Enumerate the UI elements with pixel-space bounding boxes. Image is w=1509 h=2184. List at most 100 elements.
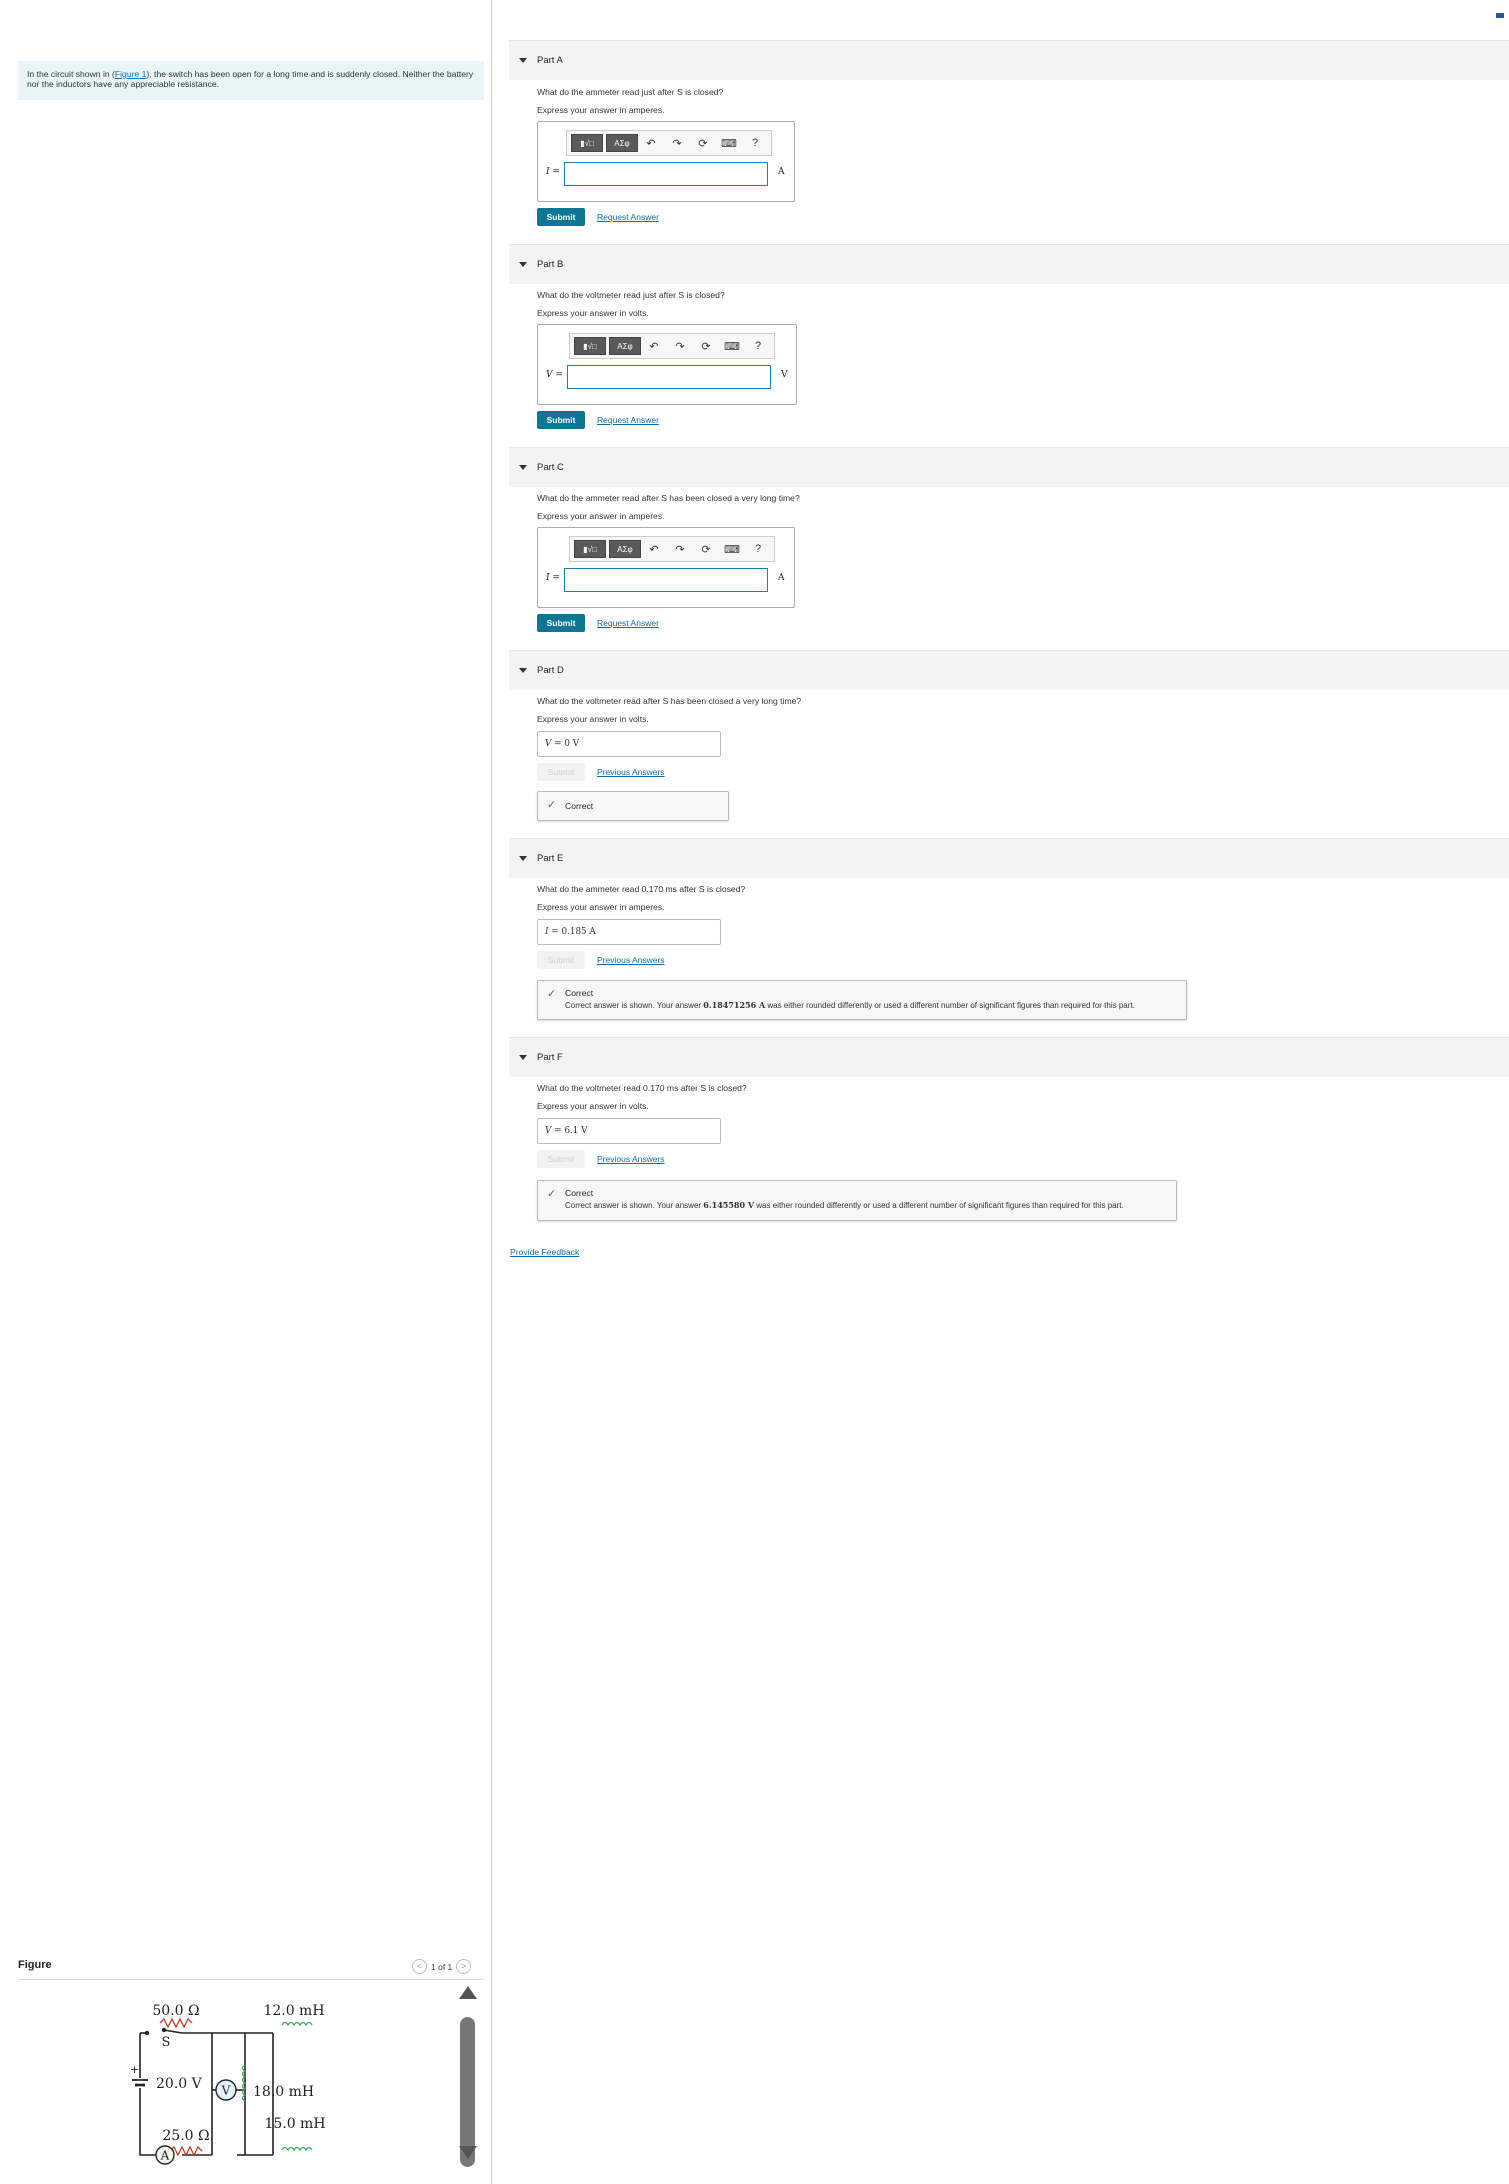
figure-link[interactable]: Figure 1 <box>115 69 147 79</box>
greek-symbols-button[interactable]: ΑΣφ <box>609 337 641 355</box>
r1-label: 50.0 Ω <box>152 2003 199 2019</box>
checkmark-icon: ✓ <box>547 1188 557 1200</box>
part-f-feedback-after: was either rounded differently or used a… <box>754 1201 1124 1210</box>
part-e-header[interactable]: Part E <box>509 838 1509 878</box>
resistor-50-icon <box>159 2017 193 2029</box>
part-d-instruction: Express your answer in volts. <box>537 714 649 724</box>
part-d-body: What do the voltmeter read after S has b… <box>537 693 1477 821</box>
templates-button[interactable]: ▮√□ <box>571 134 603 152</box>
templates-button[interactable]: ▮√□ <box>574 337 606 355</box>
part-d-actions: Submit Previous Answers <box>537 763 665 781</box>
part-c-header[interactable]: Part C <box>509 447 1509 487</box>
redo-icon[interactable]: ↷ <box>667 540 693 558</box>
collapse-caret-icon <box>519 58 527 63</box>
part-a-unit: A <box>778 167 785 177</box>
part-a-submit-button[interactable]: Submit <box>537 208 585 226</box>
part-e-body: What do the ammeter read 0.170 ms after … <box>537 881 1477 1020</box>
voltmeter-label: V <box>221 2084 231 2098</box>
part-e-actions: Submit Previous Answers <box>537 951 665 969</box>
part-b-title: Part B <box>537 259 564 270</box>
part-c-submit-button[interactable]: Submit <box>537 614 585 632</box>
checkmark-icon: ✓ <box>547 988 557 1000</box>
part-a-title: Part A <box>537 55 563 66</box>
part-f-question: What do the voltmeter read 0.170 ms afte… <box>537 1083 747 1093</box>
part-c-answer-box: ▮√□ ΑΣφ ↶ ↷ ⟳ ⌨ ? I = A <box>537 527 795 608</box>
keyboard-icon[interactable]: ⌨ <box>716 134 742 152</box>
l1-label: 12.0 mH <box>263 2003 324 2019</box>
provide-feedback-link[interactable]: Provide Feedback <box>510 1247 579 1257</box>
collapse-caret-icon <box>519 1055 527 1060</box>
reset-icon[interactable]: ⟳ <box>693 337 719 355</box>
part-e-feedback-after: was either rounded differently or used a… <box>765 1001 1135 1010</box>
help-icon[interactable]: ? <box>745 337 771 355</box>
reset-icon[interactable]: ⟳ <box>693 540 719 558</box>
part-b-body: What do the voltmeter read just after S … <box>537 287 1477 429</box>
greek-symbols-button[interactable]: ΑΣφ <box>606 134 638 152</box>
inductor-15mh-icon <box>281 2146 313 2152</box>
part-d-feedback-title: Correct <box>565 801 594 811</box>
undo-icon[interactable]: ↶ <box>638 134 664 152</box>
menu-icon[interactable] <box>1496 13 1504 18</box>
part-a-request-answer-link[interactable]: Request Answer <box>597 212 659 222</box>
figure-divider <box>18 1979 484 1980</box>
greek-symbols-button[interactable]: ΑΣφ <box>609 540 641 558</box>
switch-label: S <box>162 2035 171 2050</box>
part-c-answer-input[interactable] <box>564 568 768 592</box>
battery-plus-label: + <box>130 2063 139 2076</box>
collapse-caret-icon <box>519 668 527 673</box>
part-c-request-answer-link[interactable]: Request Answer <box>597 618 659 628</box>
part-f-previous-answers-link[interactable]: Previous Answers <box>597 1154 665 1164</box>
collapse-caret-icon <box>519 856 527 861</box>
part-b-variable: V = <box>546 370 563 380</box>
scroll-up-icon[interactable] <box>459 1986 477 1999</box>
redo-icon[interactable]: ↷ <box>664 134 690 152</box>
part-a-answer-input[interactable] <box>564 162 768 186</box>
part-e-feedback-text: Correct answer is shown. Your answer 0.1… <box>565 1000 1135 1010</box>
intro-text-before: In the circuit shown in ( <box>27 69 115 79</box>
prev-figure-button[interactable]: < <box>412 1959 427 1974</box>
help-icon[interactable]: ? <box>745 540 771 558</box>
part-d-question: What do the voltmeter read after S has b… <box>537 696 802 706</box>
part-b-request-answer-link[interactable]: Request Answer <box>597 415 659 425</box>
redo-icon[interactable]: ↷ <box>667 337 693 355</box>
part-b-question: What do the voltmeter read just after S … <box>537 290 725 300</box>
figure-pager: < 1 of 1 > <box>412 1959 472 1974</box>
templates-button[interactable]: ▮√□ <box>574 540 606 558</box>
keyboard-icon[interactable]: ⌨ <box>719 337 745 355</box>
part-b-answer-box: ▮√□ ΑΣφ ↶ ↷ ⟳ ⌨ ? V = V <box>537 324 797 405</box>
part-f-header[interactable]: Part F <box>509 1037 1509 1077</box>
resistor-25-icon <box>169 2145 203 2157</box>
answers-pane: Part A What do the ammeter read just aft… <box>493 0 1509 2184</box>
part-d-previous-answers-link[interactable]: Previous Answers <box>597 767 665 777</box>
math-toolbar: ▮√□ ΑΣφ ↶ ↷ ⟳ ⌨ ? <box>569 536 775 562</box>
part-c-unit: A <box>778 573 785 583</box>
next-figure-button[interactable]: > <box>456 1959 472 1974</box>
keyboard-icon[interactable]: ⌨ <box>719 540 745 558</box>
part-f-feedback: ✓ Correct Correct answer is shown. Your … <box>537 1180 1177 1221</box>
part-b-answer-input[interactable] <box>567 365 771 389</box>
part-a-header[interactable]: Part A <box>509 40 1509 80</box>
part-e-feedback-title: Correct <box>565 988 594 998</box>
checkmark-icon: ✓ <box>547 799 557 811</box>
collapse-caret-icon <box>519 262 527 267</box>
undo-icon[interactable]: ↶ <box>641 540 667 558</box>
help-icon[interactable]: ? <box>742 134 768 152</box>
part-b-submit-button[interactable]: Submit <box>537 411 585 429</box>
scroll-thumb[interactable] <box>460 2017 475 2167</box>
figure-scrollbar[interactable] <box>454 1986 482 2184</box>
scroll-down-icon[interactable] <box>459 2146 477 2159</box>
undo-icon[interactable]: ↶ <box>641 337 667 355</box>
part-d-submitted-answer: V = 0 V <box>537 731 721 757</box>
part-a-variable: I = <box>546 167 560 177</box>
part-b-header[interactable]: Part B <box>509 244 1509 284</box>
inductor-18mh-icon <box>241 2064 247 2102</box>
part-e-previous-answers-link[interactable]: Previous Answers <box>597 955 665 965</box>
part-f-answer-value: = 6.1 V <box>554 1126 588 1136</box>
pager-text: 1 of 1 <box>431 1961 453 1972</box>
reset-icon[interactable]: ⟳ <box>690 134 716 152</box>
math-toolbar: ▮√□ ΑΣφ ↶ ↷ ⟳ ⌨ ? <box>569 333 775 359</box>
part-d-header[interactable]: Part D <box>509 650 1509 690</box>
part-f-submitted-answer: V = 6.1 V <box>537 1118 721 1144</box>
part-d-feedback: ✓ Correct <box>537 791 729 821</box>
inductor-12mh-icon <box>281 2021 313 2027</box>
